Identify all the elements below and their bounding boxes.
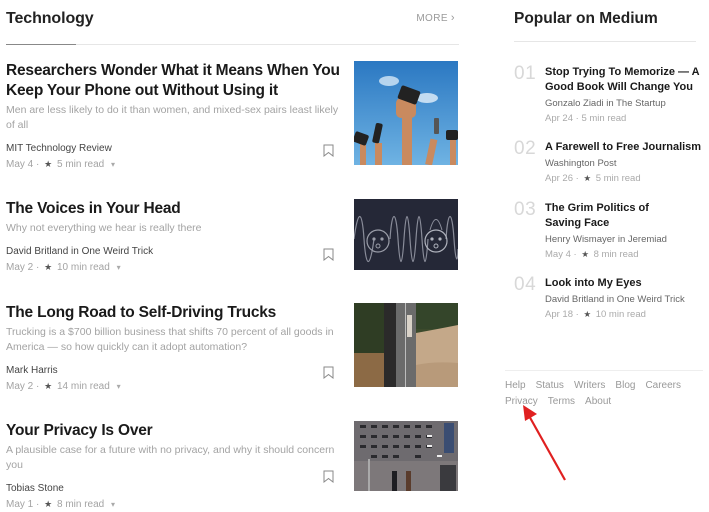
voices-image xyxy=(354,199,458,270)
star-icon: ★ xyxy=(581,249,589,259)
popular-item-title[interactable]: Look into My Eyes xyxy=(545,276,705,291)
popular-item-author[interactable]: Henry Wismayer in Jeremiad xyxy=(545,233,705,246)
article-author[interactable]: MIT Technology Review xyxy=(6,142,341,155)
article-date: May 4 xyxy=(6,159,34,170)
article-subtitle[interactable]: A plausible case for a future with no pr… xyxy=(6,443,341,473)
article-meta: May 4 · ★ 5 min read ▾ xyxy=(6,157,341,172)
star-icon: ★ xyxy=(44,499,53,509)
article-meta: May 2 · ★ 10 min read ▾ xyxy=(6,260,341,275)
article-title[interactable]: Researchers Wonder What it Means When Yo… xyxy=(6,61,341,101)
popular-item-date: Apr 18 xyxy=(545,309,573,320)
article-card: Your Privacy Is Over A plausible case fo… xyxy=(6,421,459,510)
footer-link-blog[interactable]: Blog xyxy=(615,378,635,394)
article-date: May 1 xyxy=(6,499,34,510)
footer-link-help[interactable]: Help xyxy=(505,378,526,394)
popular-item-author[interactable]: David Britland in One Weird Trick xyxy=(545,293,705,306)
footer-link-writers[interactable]: Writers xyxy=(574,378,605,394)
star-icon: ★ xyxy=(583,309,592,319)
article-date: May 2 xyxy=(6,262,34,273)
article-read-time: 8 min read xyxy=(57,499,105,510)
article-meta: May 2 · ★ 14 min read ▾ xyxy=(6,379,341,394)
separator-dot: · xyxy=(36,262,40,273)
article-thumbnail[interactable] xyxy=(354,303,458,387)
article-subtitle[interactable]: Men are less likely to do it than women,… xyxy=(6,103,341,133)
separator-dot: · xyxy=(573,249,577,260)
bookmark-icon[interactable] xyxy=(323,248,334,261)
popular-rank: 02 xyxy=(514,138,537,159)
footer-link-careers[interactable]: Careers xyxy=(645,378,681,394)
popular-item-meta: May 4 · ★ 8 min read xyxy=(545,248,705,261)
article-title[interactable]: The Voices in Your Head xyxy=(6,199,341,219)
popular-item-read-time: 5 min read xyxy=(595,173,641,184)
article-title[interactable]: Your Privacy Is Over xyxy=(6,421,341,441)
separator-dot: · xyxy=(575,173,579,184)
footer-link-about[interactable]: About xyxy=(585,394,611,410)
article-date: May 2 xyxy=(6,381,34,392)
star-icon: ★ xyxy=(583,173,592,183)
star-icon: ★ xyxy=(44,381,53,391)
article-thumbnail[interactable] xyxy=(354,199,458,270)
more-label: MORE xyxy=(416,13,448,24)
popular-item-title[interactable]: A Farewell to Free Journalism xyxy=(545,140,705,155)
chevron-down-icon[interactable]: ▾ xyxy=(111,500,115,509)
separator-dot: · xyxy=(36,381,40,392)
popular-rank: 03 xyxy=(514,199,537,220)
popular-item-date: May 4 xyxy=(545,249,571,260)
article-subtitle[interactable]: Why not everything we hear is really the… xyxy=(6,221,341,236)
article-read-time: 14 min read xyxy=(57,381,110,392)
separator-dot: · xyxy=(36,159,40,170)
separator-dot: · xyxy=(36,499,40,510)
popular-item-read-time: 8 min read xyxy=(593,249,639,260)
article-card: The Long Road to Self-Driving Trucks Tru… xyxy=(6,303,459,392)
popular-item-read-time: 10 min read xyxy=(595,309,646,320)
popular-item-meta: Apr 26 · ★ 5 min read xyxy=(545,172,705,185)
section-header: Technology MORE › xyxy=(6,0,459,45)
article-thumbnail[interactable] xyxy=(354,421,458,491)
popular-rank: 01 xyxy=(514,63,537,84)
section-title-underline xyxy=(6,44,76,45)
popular-item-author[interactable]: Gonzalo Ziadi in The Startup xyxy=(545,97,705,110)
article-read-time: 10 min read xyxy=(57,262,110,273)
article-read-time: 5 min read xyxy=(57,159,105,170)
popular-title: Popular on Medium xyxy=(514,10,658,27)
article-thumbnail[interactable] xyxy=(354,61,458,165)
article-meta: May 1 · ★ 8 min read ▾ xyxy=(6,497,341,512)
annotation-arrow-icon xyxy=(523,405,566,481)
star-icon: ★ xyxy=(44,262,53,272)
article-title[interactable]: The Long Road to Self-Driving Trucks xyxy=(6,303,341,323)
phones-image xyxy=(354,61,458,165)
popular-header: Popular on Medium xyxy=(514,0,696,42)
star-icon: ★ xyxy=(44,159,53,169)
article-author[interactable]: Tobias Stone xyxy=(6,482,341,495)
chevron-right-icon: › xyxy=(450,12,455,24)
popular-item-title[interactable]: The Grim Politics of Saving Face xyxy=(545,201,655,231)
cameras-image xyxy=(354,421,458,491)
bookmark-icon[interactable] xyxy=(323,366,334,379)
popular-item-author[interactable]: Washington Post xyxy=(545,157,705,170)
popular-item-meta: Apr 18 · ★ 10 min read xyxy=(545,308,705,321)
more-link[interactable]: MORE › xyxy=(416,12,455,24)
popular-item-read-time: 5 min read xyxy=(581,113,627,124)
trucks-image xyxy=(354,303,458,387)
bookmark-icon[interactable] xyxy=(323,470,334,483)
popular-item-title[interactable]: Stop Trying To Memorize — A Good Book Wi… xyxy=(545,65,705,95)
chevron-down-icon[interactable]: ▾ xyxy=(111,160,115,169)
footer-link-status[interactable]: Status xyxy=(536,378,564,394)
footer-divider xyxy=(505,370,703,371)
section-title: Technology xyxy=(6,10,94,27)
chevron-down-icon[interactable]: ▾ xyxy=(117,263,121,272)
article-card: Researchers Wonder What it Means When Yo… xyxy=(6,61,459,171)
separator-dot: · xyxy=(575,113,579,124)
chevron-down-icon[interactable]: ▾ xyxy=(117,382,121,391)
bookmark-icon[interactable] xyxy=(323,144,334,157)
article-card: The Voices in Your Head Why not everythi… xyxy=(6,199,459,273)
popular-item-date: Apr 24 xyxy=(545,113,573,124)
popular-rank: 04 xyxy=(514,274,537,295)
popular-item-meta: Apr 24 · 5 min read xyxy=(545,112,705,125)
popular-item-date: Apr 26 xyxy=(545,173,573,184)
article-author[interactable]: Mark Harris xyxy=(6,364,341,377)
article-author[interactable]: David Britland in One Weird Trick xyxy=(6,245,341,258)
article-subtitle[interactable]: Trucking is a $700 billion business that… xyxy=(6,325,341,355)
separator-dot: · xyxy=(575,309,579,320)
